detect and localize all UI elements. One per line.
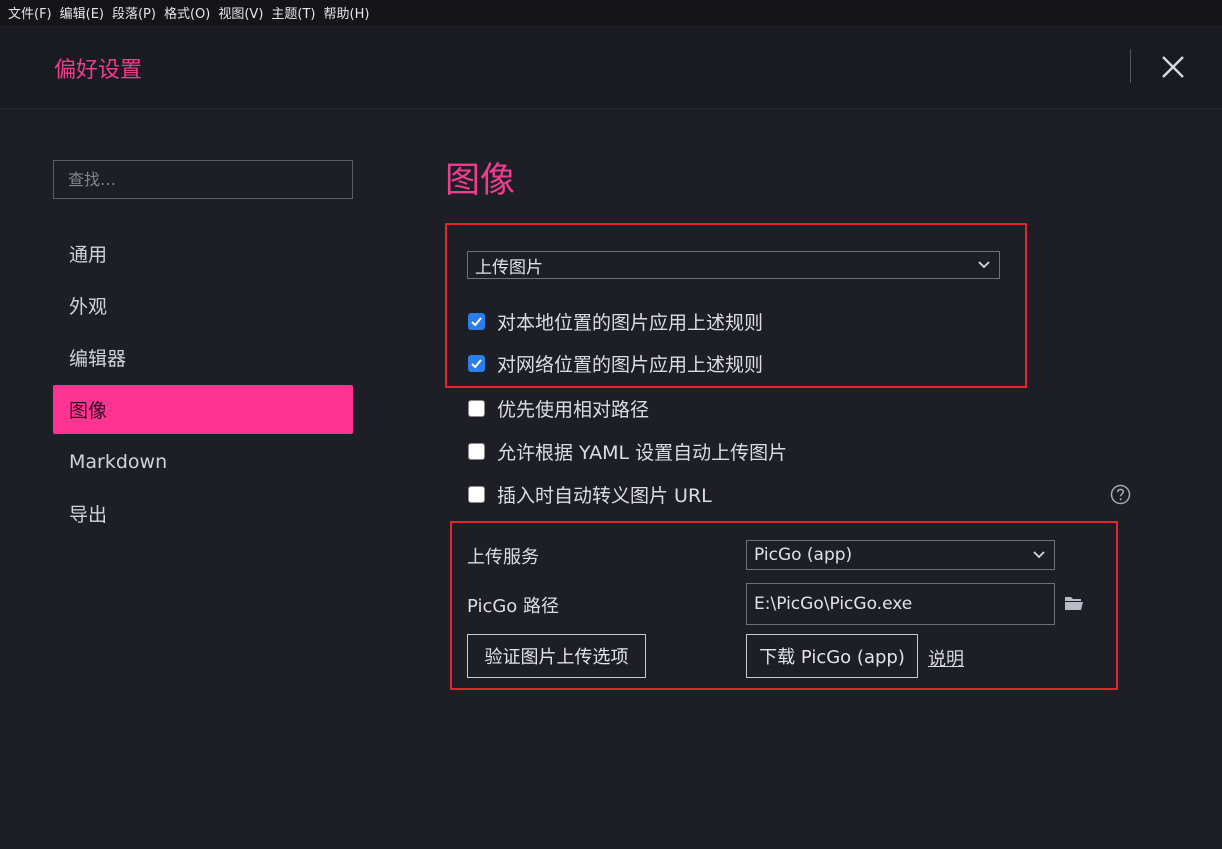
download-picgo-button[interactable]: 下载 PicGo (app) bbox=[746, 634, 918, 678]
menu-view[interactable]: 视图(V) bbox=[214, 3, 267, 22]
sidebar-item-general[interactable]: 通用 bbox=[53, 229, 353, 278]
checkbox-network-images[interactable] bbox=[468, 354, 485, 372]
checkbox-label: 对本地位置的图片应用上述规则 bbox=[497, 311, 764, 334]
chevron-down-icon bbox=[978, 261, 990, 269]
checkbox-label: 允许根据 YAML 设置自动上传图片 bbox=[497, 441, 788, 464]
upload-service-select[interactable]: PicGo (app) bbox=[746, 540, 1055, 570]
verify-upload-button[interactable]: 验证图片上传选项 bbox=[467, 634, 646, 678]
sidebar-item-appearance[interactable]: 外观 bbox=[53, 281, 353, 330]
checkbox-local-images[interactable] bbox=[468, 312, 485, 330]
checkbox-row-yaml-upload: 允许根据 YAML 设置自动上传图片 bbox=[468, 439, 788, 464]
menu-bar: 文件(F) 编辑(E) 段落(P) 格式(O) 视图(V) 主题(T) 帮助(H… bbox=[0, 0, 1222, 25]
checkbox-escape-url[interactable] bbox=[468, 485, 485, 503]
insert-action-select[interactable]: 上传图片 bbox=[467, 251, 1000, 279]
menu-file[interactable]: 文件(F) bbox=[4, 3, 56, 22]
menu-format[interactable]: 格式(O) bbox=[160, 3, 214, 22]
menu-help[interactable]: 帮助(H) bbox=[320, 3, 374, 22]
picgo-path-field[interactable]: E:\PicGo\PicGo.exe bbox=[746, 583, 1055, 625]
help-icon[interactable] bbox=[1110, 484, 1131, 505]
header-divider bbox=[1130, 49, 1131, 83]
checkbox-relative-path[interactable] bbox=[468, 399, 485, 417]
sidebar-nav: 通用 外观 编辑器 图像 Markdown 导出 bbox=[53, 229, 353, 541]
sidebar-item-editor[interactable]: 编辑器 bbox=[53, 333, 353, 382]
checkbox-label: 插入时自动转义图片 URL bbox=[497, 484, 712, 507]
chevron-down-icon bbox=[1033, 551, 1045, 559]
picgo-path-label: PicGo 路径 bbox=[467, 596, 560, 617]
dialog-title: 偏好设置 bbox=[54, 58, 143, 83]
insert-action-value: 上传图片 bbox=[475, 257, 543, 278]
help-link[interactable]: 说明 bbox=[928, 645, 964, 671]
sidebar-item-image[interactable]: 图像 bbox=[53, 385, 353, 434]
checkbox-label: 对网络位置的图片应用上述规则 bbox=[497, 353, 764, 376]
checkbox-row-relative-path: 优先使用相对路径 bbox=[468, 396, 650, 421]
check-icon bbox=[471, 358, 482, 368]
checkbox-label: 优先使用相对路径 bbox=[497, 398, 650, 421]
checkbox-row-escape-url: 插入时自动转义图片 URL bbox=[468, 482, 712, 507]
dialog-header: 偏好设置 bbox=[0, 25, 1222, 109]
close-icon bbox=[1162, 56, 1184, 78]
checkbox-yaml-upload[interactable] bbox=[468, 442, 485, 460]
sidebar-item-export[interactable]: 导出 bbox=[53, 489, 353, 538]
menu-paragraph[interactable]: 段落(P) bbox=[108, 3, 160, 22]
search-input[interactable] bbox=[53, 160, 353, 199]
menu-theme[interactable]: 主题(T) bbox=[267, 3, 319, 22]
upload-service-label: 上传服务 bbox=[467, 547, 539, 568]
upload-service-value: PicGo (app) bbox=[754, 545, 853, 565]
folder-icon[interactable] bbox=[1064, 594, 1084, 612]
check-icon bbox=[471, 316, 482, 326]
close-button[interactable] bbox=[1158, 52, 1188, 82]
sidebar-item-markdown[interactable]: Markdown bbox=[53, 437, 353, 486]
menu-edit[interactable]: 编辑(E) bbox=[56, 3, 108, 22]
preferences-dialog: 偏好设置 通用 外观 编辑器 图像 Markdown 导出 图像 上传图片 对本… bbox=[0, 25, 1222, 849]
picgo-path-value: E:\PicGo\PicGo.exe bbox=[754, 594, 913, 614]
checkbox-row-local-images: 对本地位置的图片应用上述规则 bbox=[468, 309, 764, 334]
section-title: 图像 bbox=[445, 161, 516, 201]
checkbox-row-network-images: 对网络位置的图片应用上述规则 bbox=[468, 351, 764, 376]
